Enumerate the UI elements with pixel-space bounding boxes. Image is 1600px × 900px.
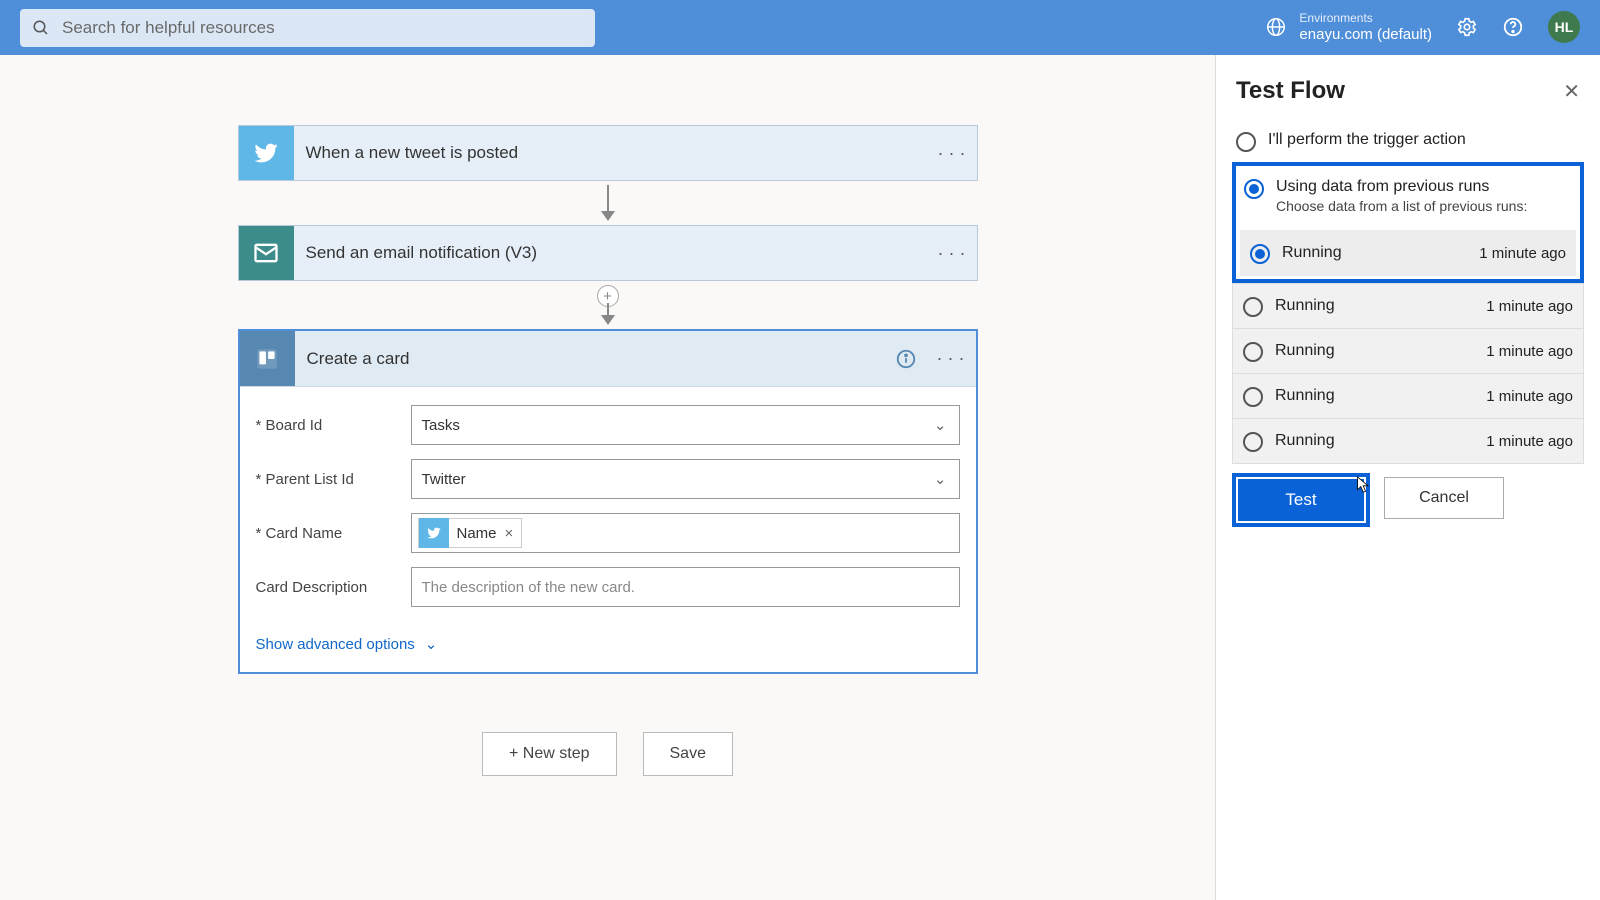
connector-add: + — [238, 281, 978, 329]
highlight-test-button: Test — [1232, 473, 1370, 527]
close-icon[interactable]: ✕ — [1563, 79, 1580, 104]
radio-icon — [1243, 342, 1263, 362]
test-button[interactable]: Test — [1238, 479, 1364, 521]
cancel-button[interactable]: Cancel — [1384, 477, 1504, 519]
remove-token-icon[interactable]: × — [505, 525, 522, 542]
radio-icon — [1243, 432, 1263, 452]
label-card-desc: Card Description — [256, 579, 411, 596]
run-item[interactable]: Running 1 minute ago — [1240, 230, 1576, 276]
search-input[interactable] — [62, 18, 583, 38]
label-card-name: * Card Name — [256, 525, 411, 542]
run-item[interactable]: Running 1 minute ago — [1232, 283, 1584, 329]
step-menu-icon[interactable]: · · · — [927, 126, 977, 180]
search-icon — [32, 19, 50, 37]
gear-icon[interactable] — [1456, 16, 1478, 38]
radio-manual-trigger[interactable]: I'll perform the trigger action — [1232, 125, 1584, 158]
env-name: enayu.com (default) — [1299, 26, 1432, 44]
card-header[interactable]: Create a card · · · — [240, 331, 976, 387]
run-item[interactable]: Running 1 minute ago — [1232, 373, 1584, 419]
trello-icon — [240, 331, 295, 386]
input-card-name[interactable]: Name × — [411, 513, 960, 553]
select-parent-list[interactable]: Twitter ⌄ — [411, 459, 960, 499]
top-right: Environments enayu.com (default) HL — [1265, 11, 1580, 43]
radio-icon — [1243, 387, 1263, 407]
connector — [238, 181, 978, 225]
info-icon[interactable] — [886, 331, 926, 386]
flow-canvas: When a new tweet is posted · · · Send an… — [0, 55, 1215, 900]
step-action-trello-card: Create a card · · · * Board Id Tasks ⌄ *… — [238, 329, 978, 674]
radio-icon — [1250, 244, 1270, 264]
panel-title: Test Flow — [1236, 77, 1345, 105]
dynamic-token-name[interactable]: Name × — [418, 518, 523, 548]
test-flow-panel: Test Flow ✕ I'll perform the trigger act… — [1215, 55, 1600, 900]
step-action-email[interactable]: Send an email notification (V3) · · · — [238, 225, 978, 281]
save-button[interactable]: Save — [643, 732, 733, 776]
chevron-down-icon: ⌄ — [425, 635, 438, 653]
step-title: When a new tweet is posted — [294, 126, 927, 180]
help-icon[interactable] — [1502, 16, 1524, 38]
run-item[interactable]: Running 1 minute ago — [1232, 328, 1584, 374]
label-parent-list: * Parent List Id — [256, 471, 411, 488]
env-label: Environments — [1299, 11, 1432, 25]
radio-icon — [1243, 297, 1263, 317]
highlight-previous-runs: Using data from previous runs Choose dat… — [1232, 162, 1584, 283]
radio-icon — [1244, 179, 1264, 199]
twitter-icon — [239, 126, 294, 180]
step-title: Send an email notification (V3) — [294, 226, 927, 280]
globe-icon — [1265, 16, 1287, 38]
search-box[interactable] — [20, 9, 595, 47]
select-board-id[interactable]: Tasks ⌄ — [411, 405, 960, 445]
run-item[interactable]: Running 1 minute ago — [1232, 418, 1584, 464]
step-menu-icon[interactable]: · · · — [926, 331, 976, 386]
card-title: Create a card — [295, 331, 886, 386]
top-bar: Environments enayu.com (default) HL — [0, 0, 1600, 55]
radio-previous-runs[interactable]: Using data from previous runs Choose dat… — [1240, 172, 1576, 220]
chevron-down-icon: ⌄ — [934, 470, 947, 488]
chevron-down-icon: ⌄ — [934, 416, 947, 434]
new-step-button[interactable]: + New step — [482, 732, 616, 776]
step-menu-icon[interactable]: · · · — [927, 226, 977, 280]
mail-icon — [239, 226, 294, 280]
label-board-id: * Board Id — [256, 417, 411, 434]
avatar[interactable]: HL — [1548, 11, 1580, 43]
step-trigger-twitter[interactable]: When a new tweet is posted · · · — [238, 125, 978, 181]
environment-picker[interactable]: Environments enayu.com (default) — [1265, 11, 1432, 43]
twitter-icon — [419, 518, 449, 548]
radio-icon — [1236, 132, 1256, 152]
run-list: Running 1 minute ago — [1240, 230, 1576, 276]
input-card-desc[interactable]: The description of the new card. — [411, 567, 960, 607]
show-advanced-link[interactable]: Show advanced options ⌄ — [256, 635, 438, 653]
